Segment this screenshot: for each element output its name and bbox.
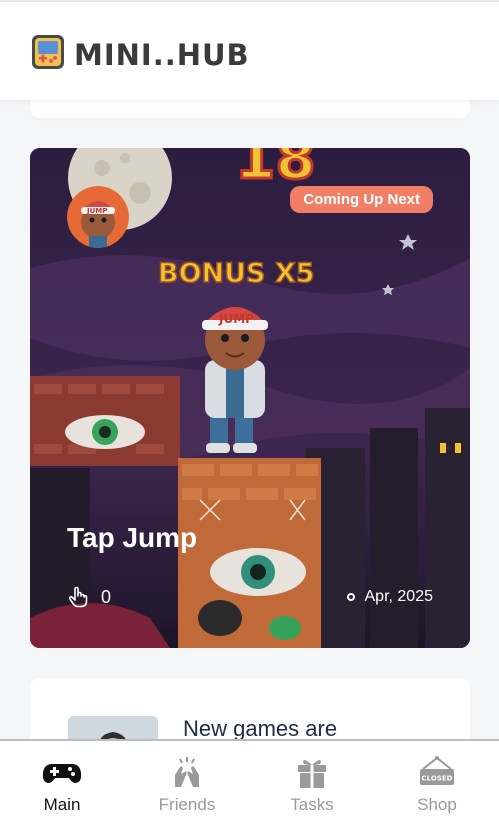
shop-sign-text: CLOSED	[422, 775, 453, 783]
game-avatar: JUMP	[67, 186, 129, 248]
svg-text:JUMP: JUMP	[86, 207, 107, 215]
nav-friends-label: Friends	[158, 795, 216, 814]
release-date-value: Apr, 2025	[364, 588, 434, 605]
tap-hand-icon	[68, 586, 88, 608]
tap-count: 0	[67, 586, 111, 608]
svg-text:JUMP: JUMP	[218, 312, 254, 326]
brand-name: MINI..HUB	[74, 38, 250, 72]
game-title: Tap Jump	[67, 522, 198, 553]
handheld-console-icon	[32, 35, 64, 69]
nav-tasks-label: Tasks	[290, 795, 334, 814]
featured-game-card[interactable]: 18 BONUS X5 JUMP JUMP Coming Up Next Tap…	[30, 148, 470, 648]
release-date: Apr, 2025	[346, 588, 434, 606]
date-dot-icon	[346, 593, 355, 601]
nav-shop[interactable]: CLOSED Shop	[375, 741, 499, 831]
nav-main[interactable]: Main	[0, 741, 124, 831]
nav-friends[interactable]: Friends	[125, 741, 249, 831]
closed-sign-icon: CLOSED	[420, 756, 454, 785]
gift-icon	[298, 760, 326, 788]
tap-count-value: 0	[101, 586, 112, 607]
news-card[interactable]: New games are	[30, 678, 470, 756]
svg-text:BONUS X5: BONUS X5	[158, 258, 315, 289]
app-header: MINI..HUB	[0, 0, 499, 100]
gamepad-icon	[42, 764, 82, 783]
high-five-icon	[175, 757, 199, 787]
nav-tasks[interactable]: Tasks	[250, 741, 374, 831]
nav-main-label: Main	[43, 795, 81, 814]
coming-up-badge: Coming Up Next	[290, 186, 433, 213]
nav-shop-label: Shop	[417, 795, 457, 814]
game-character-icon: JUMP	[67, 186, 129, 248]
bottom-navigation: Main Friends Tasks CLOSED Shop	[0, 739, 499, 831]
